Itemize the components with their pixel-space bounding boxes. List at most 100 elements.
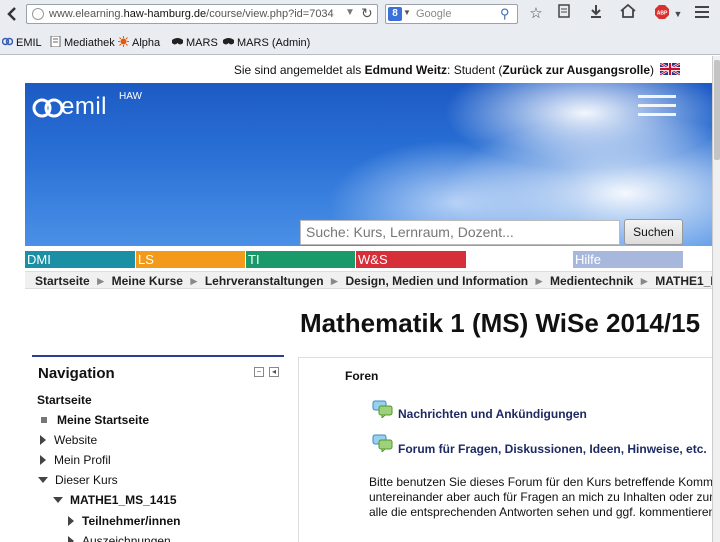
page-title: Mathematik 1 (MS) WiSe 2014/15: [300, 308, 701, 338]
bookmark-emil[interactable]: EMIL: [2, 36, 42, 49]
nav-item-label: Teilnehmer/innen: [82, 514, 181, 528]
bookmark-mars[interactable]: MARS: [172, 36, 218, 49]
login-prefix: Sie sind angemeldet als: [233, 63, 365, 77]
url-path: /course/view.php?id=7034: [206, 8, 334, 20]
nav-item-mein-profil[interactable]: Mein Profil: [40, 453, 111, 467]
login-end: ): [650, 63, 654, 77]
browser-chrome: www.elearning.haw-hamburg.de/course/view…: [0, 0, 720, 55]
page-scrollbar-thumb[interactable]: [714, 60, 720, 160]
page-icon: [50, 36, 61, 47]
nav-item-label: Meine Startseite: [57, 413, 150, 427]
bookmarks-bar: EMIL Mediathek Alpha MARS MARS (Admin): [0, 33, 720, 53]
bookmarks-list-icon[interactable]: [554, 4, 574, 24]
nav-item-dieser-kurs[interactable]: Dieser Kurs: [38, 473, 118, 487]
url-prefix: www.elearning.: [49, 8, 124, 20]
category-ti[interactable]: TI: [246, 251, 355, 268]
bullet-icon: [41, 417, 47, 423]
back-arrow-icon: [7, 7, 16, 21]
mask-icon: [223, 38, 234, 45]
nav-item-label: MATHE1_MS_1415: [70, 493, 177, 507]
collapse-arrow-icon[interactable]: [53, 497, 63, 503]
dropdown-icon[interactable]: ▼: [345, 7, 355, 18]
url-bar[interactable]: www.elearning.haw-hamburg.de/course/view…: [26, 4, 378, 24]
category-ls[interactable]: LS: [136, 251, 245, 268]
breadcrumb-item[interactable]: MATHE1_MS_1415: [655, 274, 712, 288]
bookmark-mediathek[interactable]: Mediathek: [50, 36, 115, 49]
dock-block-icon[interactable]: ◂: [269, 367, 279, 377]
hamburger-menu-icon[interactable]: [638, 95, 676, 121]
nav-item-course[interactable]: MATHE1_MS_1415: [53, 493, 177, 507]
category-hilfe[interactable]: Hilfe: [573, 251, 683, 268]
browser-navbar: www.elearning.haw-hamburg.de/course/view…: [0, 0, 720, 30]
login-suffix: : Student (: [447, 63, 503, 77]
nav-item-label: Dieser Kurs: [55, 473, 118, 487]
url-host: haw-hamburg.de: [123, 8, 207, 20]
bookmark-label: MARS (Admin): [237, 37, 311, 49]
navigation-title: Navigation: [38, 365, 115, 382]
bookmark-mars-admin[interactable]: MARS (Admin): [223, 36, 310, 49]
bookmark-alpha[interactable]: Alpha: [118, 36, 160, 49]
site-search-input[interactable]: Suche: Kurs, Lernraum, Dozent...: [300, 220, 620, 245]
reload-icon[interactable]: ↻: [361, 5, 373, 22]
web-page: Sie sind angemeldet als Edmund Weitz: St…: [0, 56, 712, 542]
collapse-arrow-icon[interactable]: [38, 477, 48, 483]
breadcrumb-item[interactable]: Meine Kurse: [112, 274, 183, 288]
nav-item-meine-startseite[interactable]: Meine Startseite: [39, 413, 149, 427]
description-line: untereinander aber auch für Fragen an mi…: [369, 490, 712, 504]
breadcrumb-item[interactable]: Medientechnik: [550, 274, 633, 288]
login-user-link[interactable]: Edmund Weitz: [365, 63, 447, 77]
section-title: Foren: [345, 369, 379, 383]
star-icon[interactable]: ☆: [526, 4, 546, 24]
course-content: Foren Nachrichten und Ankündigungen Foru…: [298, 357, 712, 542]
bookmark-label: MARS: [186, 37, 218, 49]
site-banner: emil HAW Suche: Kurs, Lernraum, Dozent..…: [25, 83, 712, 246]
expand-arrow-icon[interactable]: [40, 435, 46, 445]
bookmark-label: Mediathek: [64, 37, 115, 49]
return-role-link[interactable]: Zurück zur Ausgangsrolle: [502, 63, 650, 77]
menu-icon[interactable]: [692, 4, 712, 24]
nav-item-auszeichnungen[interactable]: Auszeichnungen: [68, 534, 171, 542]
download-icon[interactable]: [586, 4, 606, 24]
breadcrumb-separator-icon: ►: [187, 274, 200, 288]
breadcrumb-separator-icon: ►: [94, 274, 107, 288]
forum-description: Bitte benutzen Sie dieses Forum für den …: [369, 475, 712, 520]
forum-icon[interactable]: [372, 400, 394, 418]
breadcrumb-separator-icon: ►: [533, 274, 545, 288]
expand-arrow-icon[interactable]: [68, 536, 74, 542]
expand-arrow-icon[interactable]: [68, 516, 74, 526]
english-flag-icon[interactable]: [660, 63, 680, 75]
collapse-block-icon[interactable]: −: [254, 367, 264, 377]
forum-link-questions[interactable]: Forum für Fragen, Diskussionen, Ideen, H…: [398, 442, 707, 456]
login-info: Sie sind angemeldet als Edmund Weitz: St…: [234, 63, 654, 77]
expand-arrow-icon[interactable]: [40, 455, 46, 465]
category-ws[interactable]: W&S: [356, 251, 466, 268]
adblock-dropdown-icon[interactable]: ▼: [668, 4, 688, 24]
globe-icon: [32, 8, 44, 20]
category-dmi[interactable]: DMI: [25, 251, 135, 268]
forum-link-news[interactable]: Nachrichten und Ankündigungen: [398, 407, 587, 421]
breadcrumb-item[interactable]: Startseite: [35, 274, 90, 288]
breadcrumb-item[interactable]: Design, Medien und Information: [345, 274, 528, 288]
back-button[interactable]: [2, 3, 24, 25]
nav-item-website[interactable]: Website: [40, 433, 97, 447]
search-engine-dropdown-icon[interactable]: ▼: [403, 8, 411, 17]
nav-item-label: Website: [54, 433, 98, 447]
nav-item-startseite[interactable]: Startseite: [37, 393, 92, 407]
mask-icon: [172, 38, 183, 45]
svg-text:ABP: ABP: [657, 11, 668, 17]
emil-icon: [2, 37, 13, 46]
home-icon[interactable]: [618, 3, 638, 24]
browser-search-box[interactable]: 8 ▼ Google ⚲: [385, 4, 518, 24]
search-engine-icon[interactable]: 8: [388, 7, 402, 21]
category-bar: DMI LS TI W&S Hilfe: [25, 251, 712, 268]
emil-logo-icon[interactable]: [31, 91, 65, 125]
forum-icon[interactable]: [372, 434, 394, 452]
search-icon[interactable]: ⚲: [500, 6, 510, 22]
nav-item-teilnehmer[interactable]: Teilnehmer/innen: [68, 514, 180, 528]
logo-text[interactable]: emil: [61, 93, 107, 121]
sun-icon: [118, 36, 129, 47]
breadcrumb-item[interactable]: Lehrveranstaltungen: [205, 274, 324, 288]
nav-item-label: Auszeichnungen: [82, 534, 171, 542]
search-placeholder: Google: [416, 8, 452, 20]
site-search-button[interactable]: Suchen: [624, 219, 683, 245]
